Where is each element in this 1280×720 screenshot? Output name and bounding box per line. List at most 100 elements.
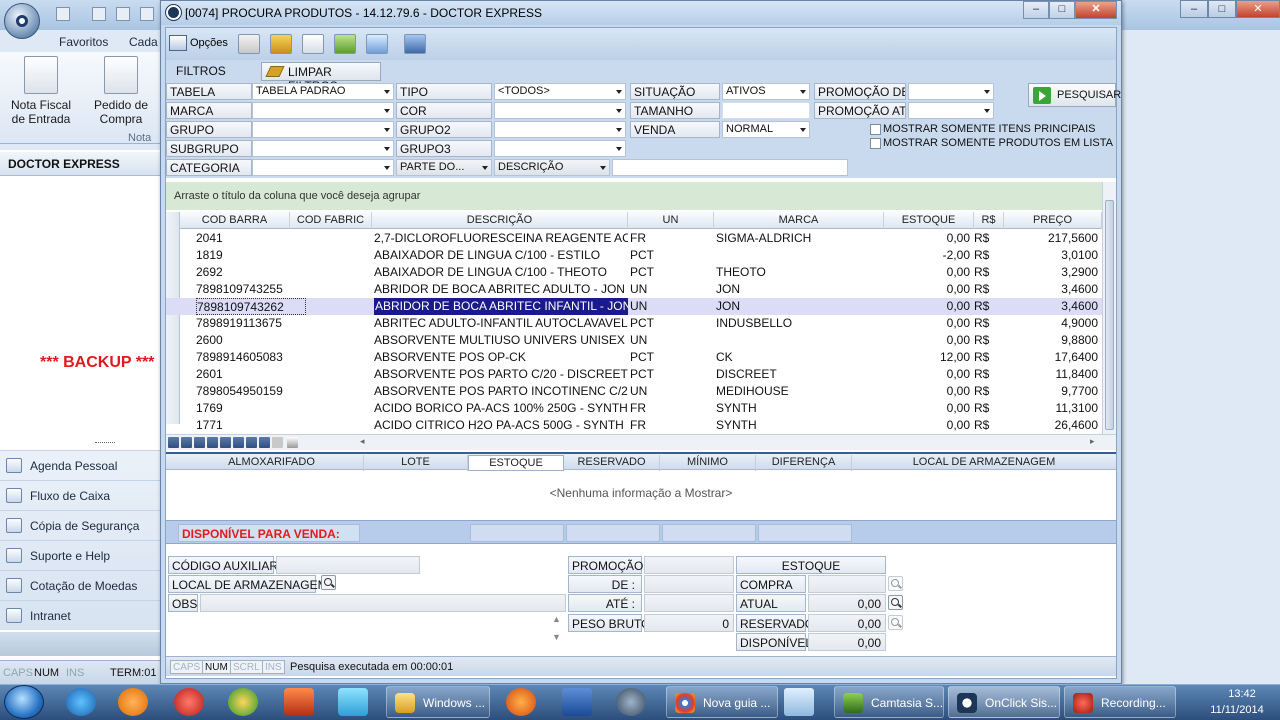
obs-scroll-down-icon[interactable]: ▼ [552,632,561,642]
column-local-armazenagem[interactable]: LOCAL DE ARMAZENAGEM [852,455,1116,471]
taskbar-camtasia[interactable]: Camtasia S... [834,686,944,718]
bookmark-icon[interactable] [259,437,270,448]
app-icon[interactable] [616,688,646,716]
promocao-ate-date[interactable] [908,102,994,119]
column-almoxarifado[interactable]: ALMOXARIFADO [180,455,364,471]
chrome-like-icon[interactable] [228,688,258,716]
situacao-select[interactable]: ATIVOS [722,83,810,100]
nav-suporte-help[interactable]: Suporte e Help [0,540,162,570]
sidebar-splitter[interactable] [95,442,115,448]
taskbar-recording[interactable]: Recording... [1064,686,1176,718]
scrollbar-thumb[interactable] [1105,200,1114,430]
tipo-select[interactable]: <TODOS> [494,83,626,100]
table-row[interactable]: 2692 ABAIXADOR DE LINGUA C/100 - THEOTO PC… [166,264,1102,281]
nota-fiscal-entrada-button[interactable]: Nota Fiscal de Entrada [8,56,74,132]
nav-copia-seguranca[interactable]: Cópia de Segurança [0,510,162,540]
nav-cotacao-moedas[interactable]: Cotação de Moedas [0,570,162,600]
app-icon[interactable] [338,688,368,716]
descricao-field-select[interactable]: DESCRIÇÃO [494,159,610,176]
column-lote[interactable]: LOTE [364,455,468,471]
search-text-input[interactable] [612,159,848,176]
app-icon[interactable] [284,688,314,716]
bg-maximize-button[interactable]: □ [1208,0,1236,18]
clock-time[interactable]: 13:42 [1212,688,1272,700]
nav-agenda-pessoal[interactable]: Agenda Pessoal [0,450,162,480]
first-record-icon[interactable] [168,437,179,448]
nav-fluxo-caixa[interactable]: Fluxo de Caixa [0,480,162,510]
start-button[interactable] [4,685,44,719]
quick-access-icon[interactable] [56,7,70,21]
prev-page-icon[interactable] [181,437,192,448]
search-icon[interactable] [888,615,903,630]
column-cod-fabric[interactable]: COD FABRIC [290,212,372,229]
nav-intranet[interactable]: Intranet [0,600,162,630]
tamanho-input[interactable] [722,102,810,119]
marca-select[interactable] [252,102,394,119]
column-diferenca[interactable]: DIFERENÇA [756,455,852,471]
quick-access-icon[interactable] [92,7,106,21]
pedido-compra-button[interactable]: Pedido de Compra [88,56,154,132]
search-icon[interactable] [888,576,903,591]
categoria-select[interactable] [252,159,394,176]
column-preco[interactable]: PREÇO [1004,212,1102,229]
internet-explorer-icon[interactable] [66,688,96,716]
table-row[interactable]: 7898914605083 ABSORVENTE POS OP-CK PCT CK 12… [166,349,1102,366]
firefox-icon[interactable] [506,688,536,716]
subgrupo-select[interactable] [252,140,394,157]
exit-door-icon[interactable] [404,34,426,54]
bg-close-button[interactable]: ✕ [1236,0,1280,18]
scroll-right-icon[interactable]: ▸ [1090,436,1095,447]
scroll-left-icon[interactable]: ◂ [360,436,365,447]
minimize-button[interactable]: – [1023,1,1049,19]
menu-cadastros[interactable]: Cada [129,35,158,49]
table-row[interactable]: 20412,7-DICLOROFLUORESCEINA REAGENTE ACS… [166,230,1102,247]
menu-favoritos[interactable]: Favoritos [59,35,108,49]
group-by-panel[interactable]: Arraste o título da coluna que você dese… [166,182,1102,210]
column-estoque-detail[interactable]: ESTOQUE [468,455,564,471]
taskbar-chrome[interactable]: Nova guia ... [666,686,778,718]
table-row[interactable]: 1769 ACIDO BORICO PA-ACS 100% 250G - SYNT… [166,400,1102,417]
itens-principais-checkbox[interactable] [870,124,881,135]
export-icon[interactable] [334,34,356,54]
refresh-icon[interactable] [246,437,257,448]
table-row[interactable]: 7898109743262 ABRIDOR DE BOCA ABRITEC INF… [166,298,1102,315]
grupo3-select[interactable] [494,140,626,157]
media-player-icon[interactable] [118,688,148,716]
grupo-select[interactable] [252,121,394,138]
quick-access-icon[interactable] [140,7,154,21]
clear-filters-button[interactable]: LIMPAR FILTROS [261,62,381,93]
table-row[interactable]: 2601 ABSORVENTE POS PARTO C/20 - DISCREET… [166,366,1102,383]
search-icon[interactable] [888,595,903,610]
parte-do-select[interactable]: PARTE DO... [396,159,492,176]
promocao-de-date[interactable] [908,83,994,100]
column-marca[interactable]: MARCA [714,212,884,229]
produtos-em-lista-checkbox[interactable] [870,138,881,149]
venda-select[interactable]: NORMAL [722,121,810,138]
table-row[interactable]: 2600 ABSORVENTE MULTIUSO UNIVERS UNISEX C… [166,332,1102,349]
column-reservado[interactable]: RESERVADO [564,455,660,471]
print-icon[interactable] [238,34,260,54]
app-icon[interactable] [174,688,204,716]
column-descricao[interactable]: DESCRIÇÃO [372,212,628,229]
grupo2-select[interactable] [494,121,626,138]
taskbar-onclick[interactable]: OnClick Sis... [948,686,1060,718]
filter-icon[interactable] [287,437,298,448]
close-button[interactable]: ✕ [1075,1,1117,19]
table-row[interactable]: 7898919113675 ABRITEC ADULTO-INFANTIL AUT… [166,315,1102,332]
search-icon[interactable] [321,575,336,590]
table-row[interactable]: 1819 ABAIXADOR DE LINGUA C/100 - ESTILO PC… [166,247,1102,264]
column-minimo[interactable]: MÍNIMO [660,455,756,471]
bg-minimize-button[interactable]: – [1180,0,1208,18]
table-row[interactable]: 7898109743255 ABRIDOR DE BOCA ABRITEC ADU… [166,281,1102,298]
column-un[interactable]: UN [628,212,714,229]
window-title-bar[interactable]: [0074] PROCURA PRODUTOS - 14.12.79.6 - D… [161,1,1121,25]
cor-select[interactable] [494,102,626,119]
handshake-icon[interactable] [270,34,292,54]
app-icon[interactable] [784,688,814,716]
column-cod-barra[interactable]: COD BARRA [180,212,290,229]
word-icon[interactable] [562,688,592,716]
obs-field[interactable] [200,594,566,612]
next-page-icon[interactable] [220,437,231,448]
opcoes-button[interactable]: Opções [168,34,230,54]
table-row[interactable]: 7898054950159 ABSORVENTE POS PARTO INCOTI… [166,383,1102,400]
